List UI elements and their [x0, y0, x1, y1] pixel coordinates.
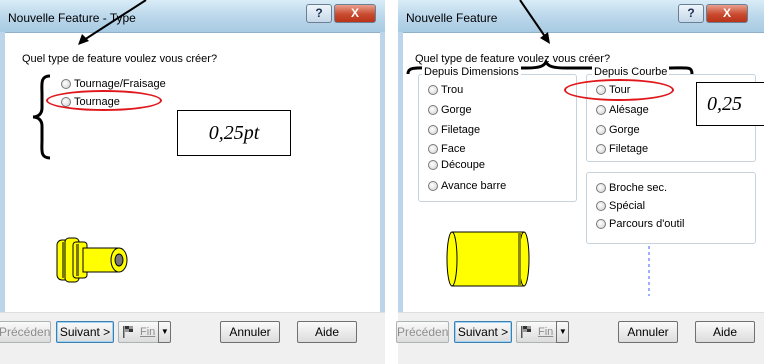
radio-button-icon: [596, 105, 606, 115]
radio-button-icon: [428, 181, 438, 191]
radio-label: Avance barre: [441, 180, 507, 192]
turned-part-icon: [56, 237, 128, 283]
radio-button-icon: [596, 183, 606, 193]
annotation-box: 0,25pt: [177, 110, 291, 156]
radio-button-icon: [596, 201, 606, 211]
radio-filetage-courbe[interactable]: Filetage: [596, 143, 648, 155]
radio-label: Spécial: [609, 200, 646, 212]
cancel-button[interactable]: Annuler: [220, 321, 280, 343]
finish-split-button[interactable]: Fin ▼: [118, 321, 172, 343]
chevron-down-icon[interactable]: ▼: [556, 321, 570, 343]
radio-tournage-fraisage[interactable]: Tournage/Fraisage: [61, 78, 166, 90]
radio-gorge[interactable]: Gorge: [428, 104, 472, 116]
radio-label: Gorge: [609, 124, 640, 136]
annotation-box: 0,25: [696, 82, 764, 126]
radio-parcours-outil[interactable]: Parcours d'outil: [596, 218, 684, 230]
radio-button-icon: [428, 144, 438, 154]
annotation-text: 0,25pt: [208, 121, 260, 144]
close-button[interactable]: X: [334, 4, 376, 23]
radio-label: Filetage: [609, 143, 649, 155]
radio-button-icon: [596, 219, 606, 229]
dialog-feature: Nouvelle Feature ? X Quel type de featur…: [396, 0, 764, 364]
radio-alesage[interactable]: Alésage: [596, 104, 649, 116]
radio-label: Alésage: [609, 104, 649, 116]
window-title: Nouvelle Feature: [406, 11, 498, 25]
help-title-button[interactable]: ?: [678, 4, 704, 23]
radio-filetage[interactable]: Filetage: [428, 124, 480, 136]
flag-icon: [123, 326, 133, 338]
highlight-oval: [46, 90, 162, 111]
title-bar: Nouvelle Feature - Type ? X: [0, 0, 385, 33]
question-label: Quel type de feature voulez vous créer?: [22, 53, 218, 65]
radio-button-icon: [428, 105, 438, 115]
radio-trou[interactable]: Trou: [428, 84, 463, 96]
brace-icon: [32, 74, 51, 160]
radio-label: Broche sec.: [609, 182, 668, 194]
radio-label: Parcours d'outil: [609, 218, 685, 230]
help-title-button[interactable]: ?: [306, 4, 332, 23]
close-button[interactable]: X: [706, 4, 748, 23]
radio-label: Gorge: [441, 104, 472, 116]
radio-button-icon: [428, 85, 438, 95]
next-button[interactable]: Suivant >: [454, 321, 512, 343]
flag-icon: [521, 326, 531, 338]
help-button[interactable]: Aide: [695, 321, 755, 343]
radio-decoupe[interactable]: Découpe: [428, 159, 485, 171]
next-button[interactable]: Suivant >: [56, 321, 114, 343]
help-button[interactable]: Aide: [297, 321, 357, 343]
radio-label: Filetage: [441, 124, 481, 136]
highlight-oval: [564, 79, 674, 101]
radio-broche-sec[interactable]: Broche sec.: [596, 182, 667, 194]
previous-button[interactable]: Précéden: [0, 321, 51, 343]
radio-button-icon: [428, 160, 438, 170]
radio-button-icon: [596, 144, 606, 154]
axis-line: [648, 246, 650, 296]
finish-label: Fin: [140, 326, 156, 338]
group-label: Depuis Courbe: [592, 66, 670, 78]
radio-label: Trou: [441, 84, 464, 96]
radio-gorge-courbe[interactable]: Gorge: [596, 124, 640, 136]
turned-part-icon: [446, 231, 530, 287]
radio-face[interactable]: Face: [428, 143, 465, 155]
finish-label: Fin: [538, 326, 554, 338]
radio-button-icon: [596, 125, 606, 135]
button-bar: Précéden Suivant > Fin ▼ Annuler Aide: [396, 312, 764, 364]
arrow-icon: [78, 0, 147, 45]
arrow-icon: [519, 0, 550, 44]
radio-label: Découpe: [441, 159, 486, 171]
radio-special[interactable]: Spécial: [596, 200, 645, 212]
title-bar: Nouvelle Feature ? X: [398, 0, 764, 33]
finish-split-button[interactable]: Fin ▼: [516, 321, 570, 343]
cancel-button[interactable]: Annuler: [618, 321, 678, 343]
finish-button[interactable]: Fin: [516, 321, 557, 343]
group-label: Depuis Dimensions: [422, 66, 521, 78]
button-bar: Précéden Suivant > Fin ▼ Annuler Aide: [0, 312, 385, 364]
radio-button-icon: [61, 79, 71, 89]
dialog-feature-type: Nouvelle Feature - Type ? X Quel type de…: [0, 0, 385, 364]
radio-button-icon: [428, 125, 438, 135]
finish-button[interactable]: Fin: [118, 321, 159, 343]
previous-button[interactable]: Précéden: [396, 321, 449, 343]
chevron-down-icon[interactable]: ▼: [158, 321, 172, 343]
annotation-text: 0,25: [707, 92, 742, 115]
radio-label: Tournage/Fraisage: [74, 78, 166, 90]
radio-label: Face: [441, 143, 466, 155]
radio-avance-barre[interactable]: Avance barre: [428, 180, 506, 192]
